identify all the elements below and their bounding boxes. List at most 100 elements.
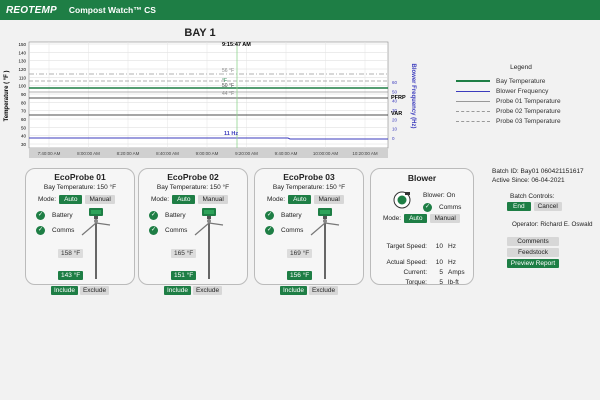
probe-icon (81, 208, 111, 279)
probe-name: EcoProbe 01 (54, 172, 106, 182)
comments-button[interactable]: Comments (507, 237, 559, 246)
mode-label: Mode: (267, 196, 286, 203)
auto-button[interactable]: Auto (59, 195, 83, 204)
x-tick-label: 10:20:00 AM (352, 151, 378, 156)
legend-swatch (456, 80, 490, 82)
comms-status: ✓ Comms (149, 226, 187, 235)
blower-auto-button[interactable]: Auto (404, 214, 428, 223)
battery-label: Battery (281, 212, 302, 219)
y-right-tick-label: 60 (392, 80, 398, 85)
cursor-time: 9:15:47 AM (222, 42, 251, 48)
manual-button[interactable]: Manual (314, 195, 344, 204)
y-right-tick-label: 20 (392, 117, 398, 122)
y-left-tick-label: 40 (21, 134, 27, 139)
include-button[interactable]: Include (164, 286, 191, 295)
feedstock-button[interactable]: Feedstock (507, 248, 559, 257)
exclude-button[interactable]: Exclude (308, 286, 339, 295)
include-exclude-row: Include Exclude (280, 286, 339, 295)
pfrp-label: PFRP (391, 95, 406, 101)
y-left-tick-label: 100 (18, 84, 26, 89)
exclude-button[interactable]: Exclude (192, 286, 223, 295)
mode-label: Mode: (38, 196, 57, 203)
x-tick-label: 9:00:00 AM (196, 151, 219, 156)
include-button[interactable]: Include (280, 286, 307, 295)
y-left-tick-label: 120 (18, 67, 26, 72)
blower-title: Blower (407, 173, 437, 183)
legend-item: Blower Frequency (456, 86, 586, 96)
include-exclude-row: Include Exclude (51, 286, 110, 295)
bay-chart[interactable]: Temperature ( °F ) 150140130120110100908… (0, 36, 420, 160)
top-bar: REOTEMP Compost Watch™ CS (0, 0, 600, 20)
manual-button[interactable]: Manual (85, 195, 115, 204)
batch-controls: End Cancel (507, 202, 600, 211)
legend-label: Blower Frequency (496, 87, 549, 95)
readout-blower: 11 Hz (224, 131, 238, 137)
check-icon: ✓ (36, 211, 45, 220)
operator: Operator: Richard E. Oswald (512, 221, 593, 228)
batch-panel: Batch ID: Bay01 060421151617 Active Sinc… (492, 168, 600, 268)
check-icon: ✓ (36, 226, 45, 235)
probe-icon (310, 208, 340, 279)
y-axis-left-ticks: 150 140 130 120 110 100 90 80 70 60 50 40 30 (18, 42, 26, 147)
blower-mode-row: Mode: Auto Manual (383, 214, 460, 223)
battery-status: ✓ Battery (265, 211, 302, 220)
var-label: VAR (391, 111, 402, 117)
y-left-tick-label: 50 (21, 125, 27, 130)
y-left-tick-label: 30 (21, 142, 27, 147)
lower-temperature: 151 °F (171, 271, 197, 280)
preview-report-button[interactable]: Preview Report (507, 259, 559, 268)
probe-mode-row: Mode: Auto Manual (38, 195, 115, 204)
battery-status: ✓ Battery (36, 211, 73, 220)
comms-label: Comms (52, 227, 75, 234)
check-icon: ✓ (265, 211, 274, 220)
legend-item: Probe 02 Temperature (456, 106, 586, 116)
check-icon: ✓ (265, 226, 274, 235)
cancel-button[interactable]: Cancel (533, 202, 562, 211)
upper-temperature: 169 °F (287, 249, 313, 258)
y-axis-left-label: Temperature ( °F ) (4, 71, 10, 122)
comms-status: ✓ Comms (36, 226, 74, 235)
include-exclude-row: Include Exclude (164, 286, 223, 295)
y-axis-right-label: Blower Frequency (Hz) (410, 63, 416, 128)
y-left-tick-label: 60 (21, 117, 27, 122)
brand-logo: REOTEMP (6, 4, 57, 16)
target-speed-value: 10 (435, 243, 443, 250)
y-right-tick-label: 0 (392, 136, 395, 141)
blower-status: Blower: On (423, 192, 456, 199)
legend-swatch (456, 120, 490, 122)
current-label: Current: (403, 269, 427, 276)
x-tick-label: 7:40:00 AM (38, 151, 61, 156)
probe-mode-row: Mode: Auto Manual (151, 195, 228, 204)
x-tick-label: 9:20:00 AM (235, 151, 258, 156)
blower-manual-button[interactable]: Manual (430, 214, 460, 223)
probe-bay-temperature: Bay Temperature: 150 °F (156, 184, 230, 191)
app-title: Compost Watch™ CS (68, 5, 156, 15)
probe-card: EcoProbe 03 Bay Temperature: 150 °F Mode… (254, 168, 364, 285)
manual-button[interactable]: Manual (198, 195, 228, 204)
upper-temperature: 165 °F (171, 249, 197, 258)
x-tick-label: 8:00:00 AM (77, 151, 100, 156)
blower-card: Blower Blower: On ✓ Comms Mode: Auto Man… (370, 168, 474, 286)
y-left-tick-label: 130 (18, 59, 26, 64)
battery-label: Battery (165, 212, 186, 219)
end-button[interactable]: End (507, 202, 531, 211)
include-button[interactable]: Include (51, 286, 78, 295)
readout-bay: °F (222, 78, 227, 84)
batch-controls-label: Batch Controls: (510, 193, 555, 200)
auto-button[interactable]: Auto (288, 195, 312, 204)
current-value: 5 (439, 269, 443, 276)
exclude-button[interactable]: Exclude (79, 286, 110, 295)
x-tick-label: 9:40:00 AM (275, 151, 298, 156)
actual-speed-value: 10 (435, 259, 443, 266)
check-icon: ✓ (149, 226, 158, 235)
blower-mode-label: Mode: (383, 215, 402, 222)
battery-label: Battery (52, 212, 73, 219)
x-tick-label: 8:40:00 AM (156, 151, 179, 156)
target-speed-label: Target Speed: (386, 243, 427, 250)
legend-label: Probe 03 Temperature (496, 117, 561, 125)
auto-button[interactable]: Auto (172, 195, 196, 204)
legend-label: Probe 01 Temperature (496, 97, 561, 105)
blower-comms-label: Comms (439, 204, 462, 211)
readout-probe-03: 56 °F (222, 68, 234, 74)
y-left-tick-label: 110 (19, 75, 27, 80)
